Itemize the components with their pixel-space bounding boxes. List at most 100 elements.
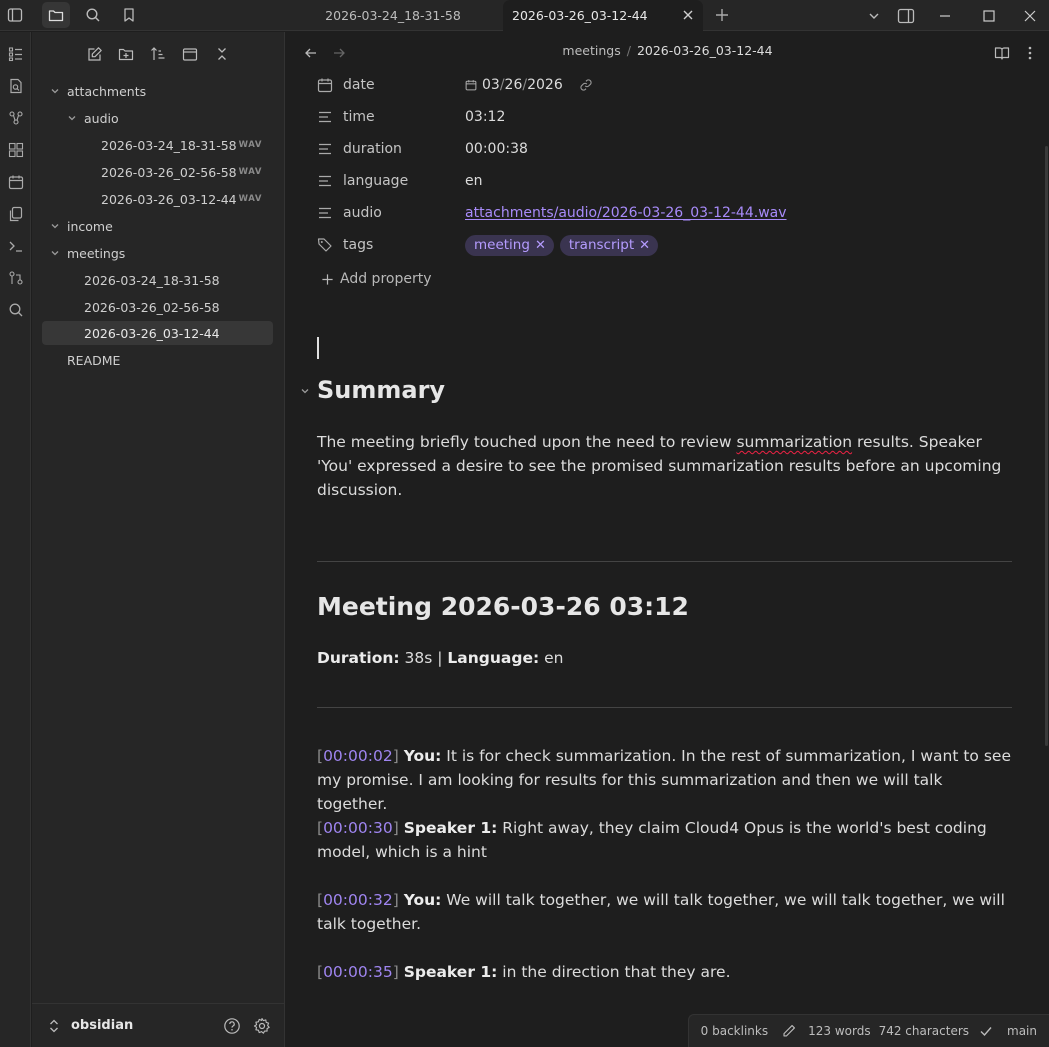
tree-folder-income[interactable]: income <box>42 214 273 238</box>
tree-file-audio-3[interactable]: 2026-03-26_03-12-44 WAV <box>42 187 273 211</box>
ribbon-search-file-button[interactable] <box>0 72 31 100</box>
tree-label: README <box>67 352 121 368</box>
sync-check-icon[interactable] <box>979 1024 993 1038</box>
minimize-button[interactable] <box>923 0 967 31</box>
more-options-button[interactable] <box>1018 41 1042 65</box>
help-button[interactable] <box>223 1017 241 1035</box>
search-icon <box>9 303 22 317</box>
summary-heading[interactable]: Summary <box>317 376 445 404</box>
toggle-right-sidebar-button[interactable] <box>884 0 928 31</box>
speaker-label: Speaker 1: <box>403 963 498 981</box>
toggle-left-sidebar-button[interactable] <box>1 2 29 28</box>
tab-active[interactable]: 2026-03-26_03-12-44 <box>503 0 703 31</box>
transcript-entry[interactable]: [00:00:30] Speaker 1: Right away, they c… <box>317 816 1012 864</box>
property-key[interactable]: duration <box>343 141 402 157</box>
graph-icon <box>8 111 23 125</box>
tree-file-meeting-3[interactable]: 2026-03-26_03-12-44 <box>42 321 273 345</box>
list-icon <box>8 47 22 62</box>
tree-label: 2026-03-24_18-31-58 <box>84 272 220 288</box>
remove-tag-icon[interactable]: ✕ <box>535 238 546 253</box>
files-tab-button[interactable] <box>42 2 70 28</box>
gear-icon <box>253 1017 270 1034</box>
ribbon-list-button[interactable] <box>0 40 31 68</box>
ribbon-canvas-button[interactable] <box>0 136 31 164</box>
ribbon-daily-note-button[interactable] <box>0 168 31 196</box>
tree-folder-audio[interactable]: audio <box>42 106 273 130</box>
tree-file-audio-2[interactable]: 2026-03-26_02-56-58 WAV <box>42 160 273 184</box>
tree-file-meeting-1[interactable]: 2026-03-24_18-31-58 <box>42 268 273 292</box>
title-bar: 2026-03-24_18-31-58 2026-03-26_03-12-44 <box>0 0 1049 31</box>
backlinks-count[interactable]: 0 backlinks <box>701 1024 768 1038</box>
transcript-entry[interactable]: [00:00:35] Speaker 1: in the direction t… <box>317 960 1012 984</box>
search-tab-button[interactable] <box>79 2 107 28</box>
fold-heading-icon[interactable] <box>300 386 310 396</box>
vault-footer: obsidian <box>32 1003 285 1047</box>
auto-reveal-button[interactable] <box>178 42 202 66</box>
vault-switcher-icon[interactable] <box>48 1019 60 1033</box>
tab-inactive[interactable]: 2026-03-24_18-31-58 <box>286 0 500 31</box>
date-year: 2026 <box>527 77 563 93</box>
edit-mode-icon[interactable] <box>782 1024 796 1038</box>
file-explorer-toolbar <box>32 40 285 68</box>
date-input[interactable]: 03/26/2026 <box>465 77 593 93</box>
ribbon-git-button[interactable] <box>0 264 31 292</box>
tree-file-readme[interactable]: README <box>42 348 273 372</box>
tag-list: meeting ✕ transcript ✕ <box>465 234 664 256</box>
tree-label: attachments <box>67 83 147 99</box>
tag-pill[interactable]: transcript ✕ <box>559 234 659 256</box>
property-key[interactable]: time <box>343 109 375 125</box>
transcript-entry[interactable]: [00:00:32] You: We will talk together, w… <box>317 888 1012 936</box>
tree-folder-attachments[interactable]: attachments <box>42 79 273 103</box>
meeting-meta[interactable]: Duration: 38s | Language: en <box>317 649 564 667</box>
maximize-button[interactable] <box>967 0 1011 31</box>
tree-file-meeting-2[interactable]: 2026-03-26_02-56-58 <box>42 295 273 319</box>
new-tab-button[interactable] <box>710 3 734 27</box>
collapse-all-button[interactable] <box>210 42 234 66</box>
property-value[interactable]: 03:12 <box>465 109 505 125</box>
property-key[interactable]: tags <box>343 237 373 253</box>
meeting-heading[interactable]: Meeting 2026-03-26 03:12 <box>317 592 689 621</box>
property-value[interactable]: en <box>465 173 483 189</box>
new-note-button[interactable] <box>83 42 107 66</box>
transcript-entry[interactable]: [00:00:02] You: It is for check summariz… <box>317 744 1012 816</box>
editor-scrollbar[interactable] <box>1045 146 1048 746</box>
close-window-button[interactable] <box>1011 0 1049 31</box>
add-property-label: Add property <box>340 271 432 287</box>
property-key[interactable]: language <box>343 173 408 189</box>
tree-file-audio-1[interactable]: 2026-03-24_18-31-58 WAV <box>42 133 273 157</box>
ribbon-graph-button[interactable] <box>0 104 31 132</box>
bookmarks-tab-button[interactable] <box>115 2 143 28</box>
folder-icon <box>48 10 64 22</box>
breadcrumb: meetings / 2026-03-26_03-12-44 <box>286 43 1049 58</box>
property-language: language en <box>317 167 1017 195</box>
property-key[interactable]: audio <box>343 205 382 221</box>
add-property-button[interactable]: Add property <box>321 271 432 287</box>
help-icon <box>224 1018 240 1034</box>
remove-tag-icon[interactable]: ✕ <box>639 238 650 253</box>
property-key[interactable]: date <box>343 77 375 93</box>
sort-button[interactable] <box>146 42 170 66</box>
misspelled-word: summarization <box>736 433 853 451</box>
ribbon-search-button[interactable] <box>0 296 31 324</box>
new-folder-button[interactable] <box>114 42 138 66</box>
tag-pill[interactable]: meeting ✕ <box>465 234 554 256</box>
tree-label: 2026-03-24_18-31-58 <box>101 137 237 153</box>
breadcrumb-file[interactable]: 2026-03-26_03-12-44 <box>637 43 773 58</box>
ribbon-templates-button[interactable] <box>0 200 31 228</box>
reading-view-button[interactable] <box>990 41 1014 65</box>
ribbon-command-palette-button[interactable] <box>0 232 31 260</box>
settings-button[interactable] <box>253 1017 271 1035</box>
ribbon <box>0 32 31 1047</box>
vault-name[interactable]: obsidian <box>71 1018 133 1033</box>
language-label: Language: <box>447 649 540 667</box>
audio-link[interactable]: attachments/audio/2026-03-26_03-12-44.wa… <box>465 205 787 221</box>
close-icon <box>1024 10 1036 21</box>
git-branch[interactable]: main <box>1007 1024 1037 1038</box>
summary-paragraph[interactable]: The meeting briefly touched upon the nee… <box>317 430 1012 502</box>
breadcrumb-folder[interactable]: meetings <box>562 43 620 58</box>
tab-close-button[interactable] <box>681 8 695 22</box>
tree-label: income <box>67 218 113 234</box>
property-value[interactable]: 00:00:38 <box>465 141 528 157</box>
tree-folder-meetings[interactable]: meetings <box>42 241 273 265</box>
horizontal-rule <box>317 561 1012 562</box>
